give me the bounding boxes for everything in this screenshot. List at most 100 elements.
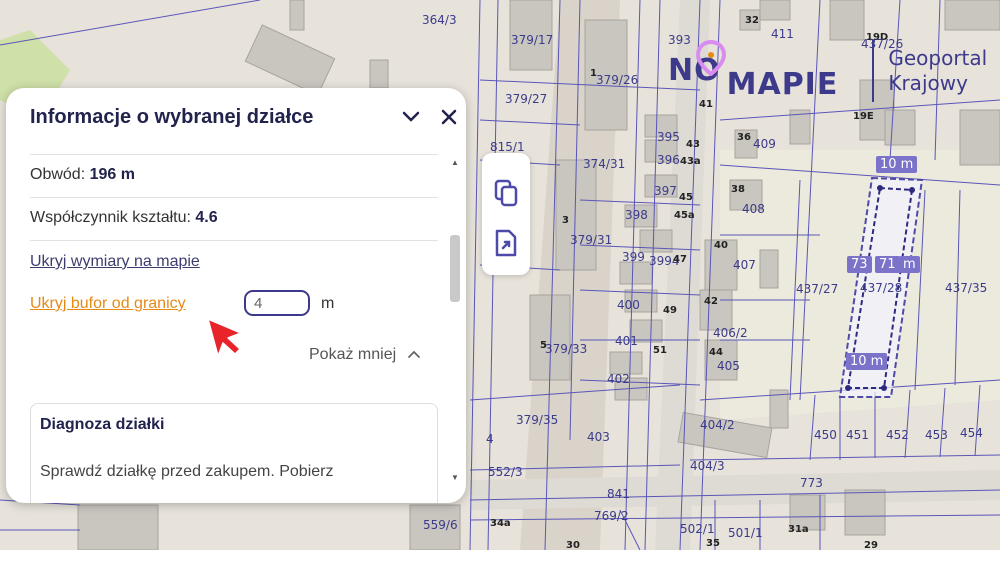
building-number: 45 [679, 192, 693, 203]
dimension-tag: 10 m [876, 156, 918, 173]
building-number: 43a [680, 156, 701, 167]
parcel-label: 4 [486, 432, 494, 446]
logo-separator [872, 40, 875, 102]
hide-dimensions-link[interactable]: Ukryj wymiary na mapie [30, 253, 200, 270]
divider [30, 197, 438, 198]
parcel-label: 404/2 [700, 418, 735, 432]
building-number: 42 [704, 296, 718, 307]
parcel-label: 400 [617, 298, 640, 312]
parcel-label: 451 [846, 428, 869, 442]
parcel-label: 395 [657, 130, 680, 144]
dimension-tag: 73 [847, 256, 872, 273]
hide-buffer-link[interactable]: Ukryj bufor od granicy [30, 295, 186, 312]
export-icon [495, 229, 517, 257]
map-pin-icon [696, 40, 726, 76]
building-number: 29 [864, 540, 878, 550]
parcel-label: 452 [886, 428, 909, 442]
scroll-up-arrow[interactable]: ▲ [450, 158, 460, 167]
parcel-label: 407 [733, 258, 756, 272]
parcel-label: 379/35 [516, 413, 559, 427]
parcel-label: 374/31 [583, 157, 626, 171]
shape-factor-label: Współczynnik kształtu: [30, 209, 196, 226]
parcel-label: 437/27 [796, 282, 839, 296]
parcel-label: 379/17 [511, 33, 554, 47]
logo-line1: Geoportal [888, 46, 988, 70]
building-number: 36 [737, 132, 751, 143]
parcel-label: 399 [622, 250, 645, 264]
panel-title: Informacje o wybranej działce [30, 106, 314, 128]
scrollbar[interactable] [448, 154, 462, 484]
diagnosis-title: Diagnoza działki [40, 416, 165, 433]
parcel-label: 559/6 [423, 518, 458, 532]
close-button[interactable] [436, 104, 462, 130]
parcel-label: 437/28 [860, 281, 903, 295]
divider [30, 240, 438, 241]
diagnosis-text: Sprawdź działkę przed zakupem. Pobierz [40, 463, 334, 480]
close-icon [441, 109, 457, 125]
parcel-label: 437/35 [945, 281, 988, 295]
parcel-label: 402 [607, 372, 630, 386]
chevron-down-icon [402, 111, 420, 122]
building-number: 51 [653, 345, 667, 356]
building-number: 1 [590, 68, 597, 79]
shape-factor-value: 4.6 [195, 209, 218, 226]
show-less-label: Pokaż mniej [309, 346, 397, 363]
dimension-tag: 71 [875, 256, 900, 273]
dimension-tag: m [899, 256, 920, 273]
building-number: 31a [788, 524, 809, 535]
parcel-label: 405 [717, 359, 740, 373]
parcel-label: 404/3 [690, 459, 725, 473]
buffer-distance-input[interactable] [244, 290, 310, 316]
logo-word-mapie: MAPIE [726, 67, 839, 102]
parcel-label: 32 [745, 15, 759, 26]
parcel-label: 769/2 [594, 509, 629, 523]
parcel-label: 552/3 [488, 465, 523, 479]
dimension-tag: 10 m [846, 353, 888, 370]
divider [30, 154, 438, 155]
parcel-label: 398 [625, 208, 648, 222]
building-number: 5 [540, 340, 547, 351]
parcel-label: 403 [587, 430, 610, 444]
parcel-label: 379/27 [505, 92, 548, 106]
parcel-label: 19E [853, 111, 874, 122]
parcel-label: 773 [800, 476, 823, 490]
parcel-label: 841 [607, 487, 630, 501]
perimeter-row: Obwód: 196 m [30, 166, 438, 184]
export-button[interactable] [490, 227, 522, 259]
building-number: 30 [566, 540, 580, 550]
collapse-button[interactable] [398, 104, 424, 130]
map-toolbar [482, 153, 530, 275]
building-number: 44 [709, 347, 723, 358]
building-number: 40 [714, 240, 728, 251]
parcel-label: 364/3 [422, 13, 457, 27]
parcel-info-panel: Informacje o wybranej działce Obwód: 196… [6, 88, 466, 503]
parcel-label: 453 [925, 428, 948, 442]
parcel-label: 409 [753, 137, 776, 151]
show-less-button[interactable]: Pokaż mniej [309, 346, 421, 364]
perimeter-value: 196 m [89, 166, 135, 183]
hide-dimensions-row: Ukryj wymiary na mapie [30, 253, 438, 271]
parcel-label: 379/31 [570, 233, 613, 247]
parcel-label: 379/33 [545, 342, 588, 356]
buffer-unit: m [321, 295, 335, 312]
parcel-label: 815/1 [490, 140, 525, 154]
chevron-up-icon [407, 350, 420, 358]
parcel-label: 411 [771, 27, 794, 41]
building-number: 49 [663, 305, 677, 316]
scroll-down-arrow[interactable]: ▼ [450, 473, 460, 482]
parcel-label: 501/1 [728, 526, 763, 540]
parcel-label: 406/2 [713, 326, 748, 340]
diagnosis-card: Diagnoza działki Sprawdź działkę przed z… [30, 403, 438, 503]
parcel-label: 408 [742, 202, 765, 216]
parcel-label: 379/26 [596, 73, 639, 87]
parcel-label: 450 [814, 428, 837, 442]
parcel-label: 502/1 [680, 522, 715, 536]
copy-button[interactable] [490, 177, 522, 209]
logo-geoportal: Geoportal Krajowy [888, 46, 987, 96]
parcel-label: 396 [657, 153, 680, 167]
building-number: 47 [673, 254, 687, 265]
logo-line2: Krajowy [888, 71, 968, 95]
building-number: 45a [674, 210, 695, 221]
building-number: 43 [686, 139, 700, 150]
scrollbar-thumb[interactable] [450, 235, 460, 302]
